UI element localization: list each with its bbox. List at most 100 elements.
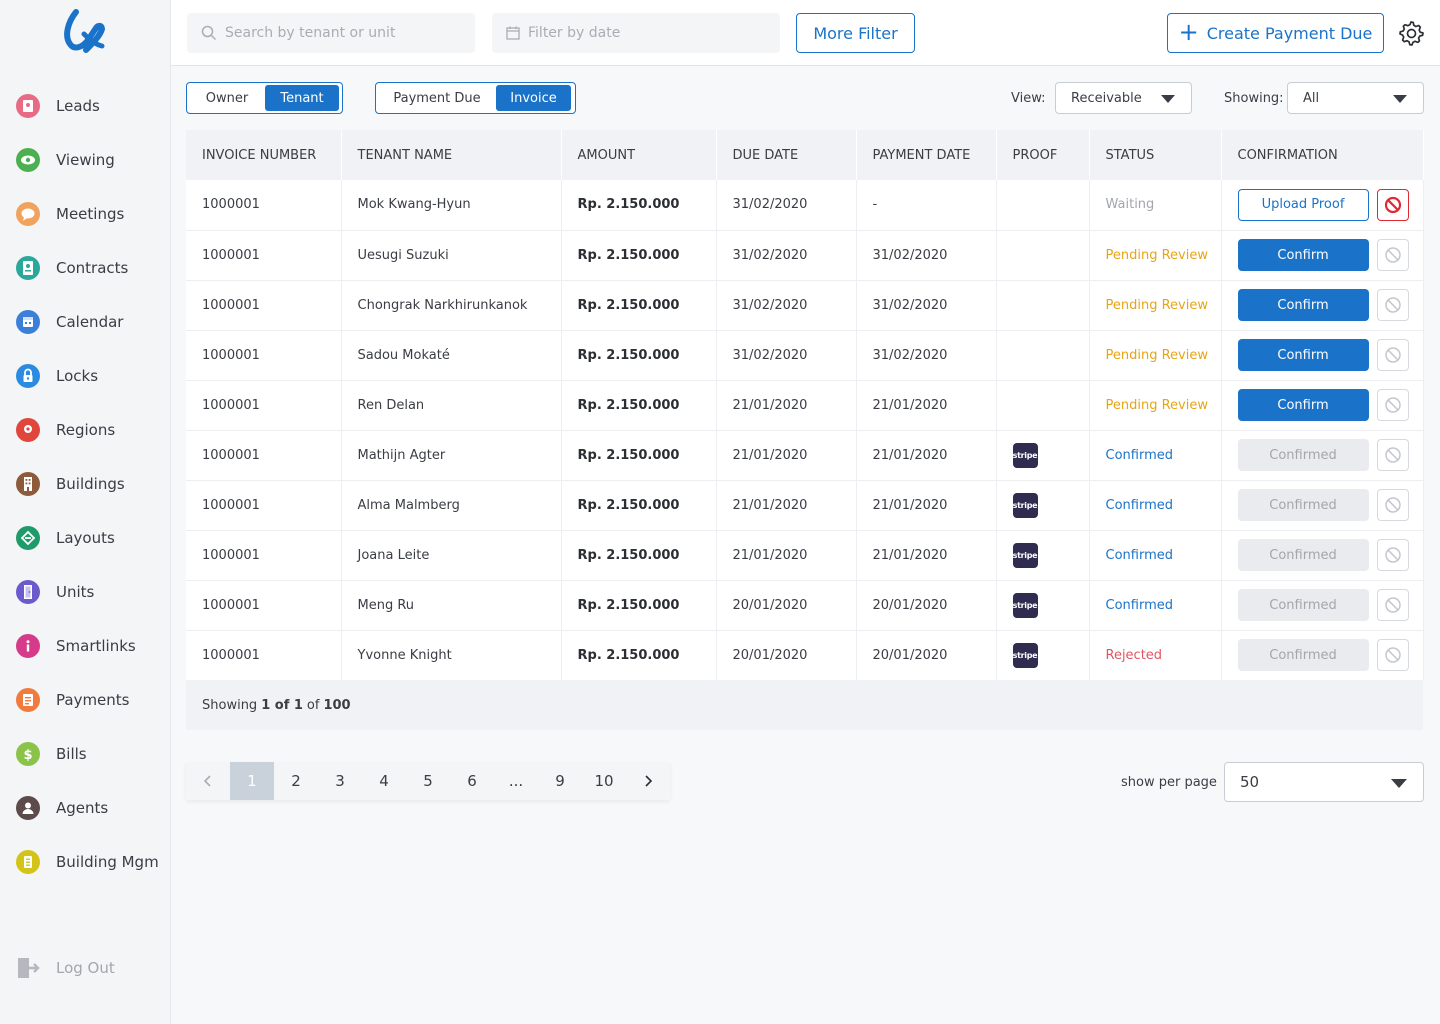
tenant-name: Mok Kwang-Hyun [341,180,562,231]
table-row[interactable]: 1000001 Mok Kwang-Hyun Rp. 2.150.000 31/02/… [186,180,1424,231]
sidebar-item-label: Building Mgm [56,853,159,871]
proof-cell: stripe [996,430,1090,481]
stripe-logo-icon[interactable]: stripe [1012,492,1038,518]
toggle-tenant[interactable]: Tenant [265,85,339,111]
date-filter-input[interactable] [528,25,768,41]
sidebar-item-smartlinks[interactable]: Smartlinks [0,619,170,673]
confirmed-button: Confirmed [1237,589,1369,621]
table-row[interactable]: 1000001 Yvonne Knight Rp. 2.150.000 20/01/2… [186,630,1424,681]
search-box[interactable] [187,13,475,53]
sidebar-item-viewing[interactable]: Viewing [0,133,170,187]
chevron-left-icon [201,774,215,788]
column-header[interactable]: CONFIRMATION [1221,130,1424,180]
column-header[interactable]: AMOUNT [561,130,717,180]
sidebar-item-bills[interactable]: $ Bills [0,727,170,781]
reject-button[interactable] [1376,489,1409,521]
stripe-logo-icon[interactable]: stripe [1012,592,1038,618]
showing-select[interactable]: All [1287,82,1424,114]
page-button[interactable]: 2 [274,762,318,800]
stripe-logo-icon[interactable]: stripe [1012,642,1038,668]
logout-button[interactable]: Log Out [16,956,115,980]
proof-cell [996,280,1090,331]
table-row[interactable]: 1000001 Joana Leite Rp. 2.150.000 21/01/202… [186,530,1424,581]
page-button[interactable]: 1 [230,762,274,800]
sidebar-item-regions[interactable]: Regions [0,403,170,457]
stripe-logo-icon[interactable]: stripe [1012,442,1038,468]
table-row[interactable]: 1000001 Uesugi Suzuki Rp. 2.150.000 31/02/2… [186,230,1424,281]
reject-button[interactable] [1376,539,1409,571]
sidebar-item-leads[interactable]: Leads [0,79,170,133]
prev-page-button[interactable] [186,762,230,800]
page-button[interactable]: 9 [538,762,582,800]
stripe-logo-icon[interactable]: stripe [1012,542,1038,568]
status-badge: Pending Review [1089,230,1222,281]
toggle-invoice[interactable]: Invoice [496,85,571,111]
column-header[interactable]: PAYMENT DATE [856,130,997,180]
column-header[interactable]: INVOICE NUMBER [186,130,342,180]
gear-icon[interactable] [1398,20,1424,46]
sidebar-item-building-mgm[interactable]: Building Mgm [0,835,170,889]
table-row[interactable]: 1000001 Sadou Mokaté Rp. 2.150.000 31/02/20… [186,330,1424,381]
per-page-select[interactable]: 50 [1224,762,1424,802]
confirm-button[interactable]: Confirm [1237,239,1369,271]
sidebar-item-layouts[interactable]: Layouts [0,511,170,565]
toggle-owner[interactable]: Owner [189,85,265,111]
proof-cell [996,380,1090,431]
payment-date: 31/02/2020 [856,330,997,381]
reject-button[interactable] [1376,239,1409,271]
sidebar-item-label: Payments [56,691,130,709]
date-filter[interactable] [492,13,780,53]
sidebar-item-locks[interactable]: Locks [0,349,170,403]
column-header[interactable]: TENANT NAME [341,130,562,180]
page-button[interactable]: 6 [450,762,494,800]
table-row[interactable]: 1000001 Mathijn Agter Rp. 2.150.000 21/01/2… [186,430,1424,481]
search-input[interactable] [225,25,465,41]
sidebar-item-buildings[interactable]: Buildings [0,457,170,511]
view-select[interactable]: Receivable [1055,82,1192,114]
sidebar-item-contracts[interactable]: Contracts [0,241,170,295]
sidebar-item-label: Layouts [56,529,115,547]
page-button[interactable]: 5 [406,762,450,800]
reject-button[interactable] [1376,439,1409,471]
confirm-button[interactable]: Confirm [1237,339,1369,371]
confirm-button[interactable]: Confirm [1237,289,1369,321]
reject-button[interactable] [1376,289,1409,321]
info-icon [16,634,40,658]
table-row[interactable]: 1000001 Chongrak Narkhirunkanok Rp. 2.150.… [186,280,1424,331]
sidebar-item-label: Units [56,583,95,601]
column-header[interactable]: DUE DATE [716,130,857,180]
reject-button[interactable] [1376,589,1409,621]
confirm-button[interactable]: Confirm [1237,389,1369,421]
reject-button[interactable] [1376,188,1409,221]
reject-button[interactable] [1376,389,1409,421]
sidebar-item-payments[interactable]: Payments [0,673,170,727]
more-filter-button[interactable]: More Filter [796,13,915,53]
page-button[interactable]: ... [494,762,538,800]
table-row[interactable]: 1000001 Ren Delan Rp. 2.150.000 21/01/2020 2… [186,380,1424,431]
toggle-payment-due[interactable]: Payment Due [378,85,496,111]
reject-button[interactable] [1376,339,1409,371]
view-value: Receivable [1071,90,1142,106]
table-row[interactable]: 1000001 Meng Ru Rp. 2.150.000 20/01/2020 20/… [186,580,1424,631]
sidebar-item-calendar[interactable]: Calendar [0,295,170,349]
proof-cell [996,330,1090,381]
tenant-name: Alma Malmberg [341,480,562,531]
page-button[interactable]: 10 [582,762,626,800]
due-date: 21/01/2020 [716,430,857,481]
due-date: 20/01/2020 [716,580,857,631]
column-header[interactable]: PROOF [996,130,1090,180]
payment-date: 20/01/2020 [856,580,997,631]
create-payment-due-button[interactable]: + Create Payment Due [1167,13,1384,53]
sidebar-item-agents[interactable]: Agents [0,781,170,835]
logo-icon[interactable] [62,8,108,58]
reject-button[interactable] [1376,639,1409,671]
sidebar-item-meetings[interactable]: Meetings [0,187,170,241]
page-button[interactable]: 3 [318,762,362,800]
page-button[interactable]: 4 [362,762,406,800]
table-row[interactable]: 1000001 Alma Malmberg Rp. 2.150.000 21/01/2… [186,480,1424,531]
upload-button[interactable]: Upload Proof [1237,188,1369,221]
column-header[interactable]: STATUS [1089,130,1222,180]
tenant-name: Ren Delan [341,380,562,431]
sidebar-item-units[interactable]: Units [0,565,170,619]
next-page-button[interactable] [626,762,670,800]
